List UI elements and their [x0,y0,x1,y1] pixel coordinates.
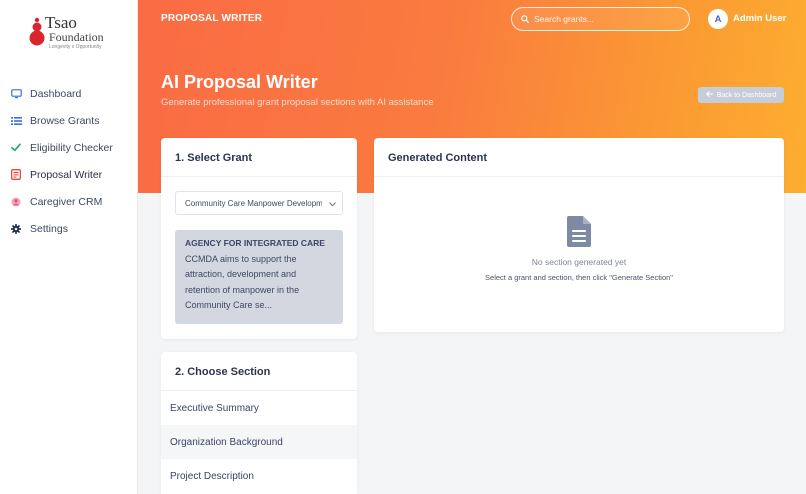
section-item-organization-background[interactable]: Organization Background [161,425,357,459]
sidebar-item-label: Proposal Writer [30,168,103,181]
grant-description: CCMDA aims to support the attraction, de… [185,254,300,310]
gourd-logo-icon [29,17,45,46]
page-title: AI Proposal Writer [161,72,318,92]
sidebar-item-eligibility-checker[interactable]: Eligibility Checker [0,134,138,161]
generated-content-card: Generated Content No section generated y… [374,138,784,332]
select-grant-card: 1. Select Grant Community Care Manpower … [161,138,357,339]
grant-select-value: Community Care Manpower Development Awar… [185,198,322,208]
brand-name: Tsao [45,13,77,32]
agency-name: AGENCY FOR INTEGRATED CARE [185,238,325,248]
brand-logo[interactable]: Tsao Foundation Longevity x Opportunity [28,14,128,54]
user-name[interactable]: Admin User [733,13,786,24]
select-grant-title: 1. Select Grant [175,152,253,164]
generated-content-title: Generated Content [388,152,488,164]
sidebar-item-label: Eligibility Checker [30,141,113,154]
arrow-left-icon [706,91,713,99]
search-input[interactable] [534,14,674,24]
chevron-down-icon [329,200,336,209]
sidebar-item-label: Caregiver CRM [30,195,103,208]
divider [161,176,357,177]
back-button-label: Back to Dashboard [716,91,777,99]
choose-section-card: 2. Choose Section Executive Summary Orga… [161,352,357,494]
sidebar-item-settings[interactable]: Settings [0,215,138,242]
document-icon [9,168,23,182]
document-icon [567,216,591,247]
divider [374,176,784,177]
user-icon [9,195,23,209]
list-icon [9,114,23,128]
section-item-project-description[interactable]: Project Description [161,459,357,493]
section-list: Executive Summary Organization Backgroun… [161,391,357,493]
sidebar: Tsao Foundation Longevity x Opportunity … [0,0,138,494]
grant-select[interactable]: Community Care Manpower Development Awar… [175,191,343,215]
page-subtitle: Generate professional grant proposal sec… [161,97,434,108]
sidebar-item-dashboard[interactable]: Dashboard [0,80,138,107]
check-icon [9,141,23,155]
choose-section-title: 2. Choose Section [175,366,271,378]
grant-details: AGENCY FOR INTEGRATED CARE CCMDA aims to… [175,230,343,324]
back-to-dashboard-button[interactable]: Back to Dashboard [698,87,784,103]
search-box[interactable] [511,7,690,31]
sidebar-item-label: Dashboard [30,87,82,100]
sidebar-item-label: Browse Grants [30,114,100,127]
search-icon [521,10,530,28]
brand-tagline: Longevity x Opportunity [49,44,102,50]
section-title: PROPOSAL WRITER [161,13,263,24]
sidebar-item-browse-grants[interactable]: Browse Grants [0,107,138,134]
sidebar-nav: Dashboard Browse Grants Eligibility Chec… [0,80,138,242]
monitor-icon [9,87,23,101]
empty-state: No section generated yet Select a grant … [374,216,784,282]
sidebar-item-caregiver-crm[interactable]: Caregiver CRM [0,188,138,215]
empty-state-title: No section generated yet [531,257,627,267]
sidebar-item-proposal-writer[interactable]: Proposal Writer [0,161,138,188]
gear-icon [9,222,23,236]
sidebar-item-label: Settings [30,222,68,235]
brand-sub: Foundation [49,30,104,44]
empty-state-hint: Select a grant and section, then click "… [485,273,673,282]
avatar[interactable]: A [708,9,728,29]
section-item-executive-summary[interactable]: Executive Summary [161,391,357,425]
